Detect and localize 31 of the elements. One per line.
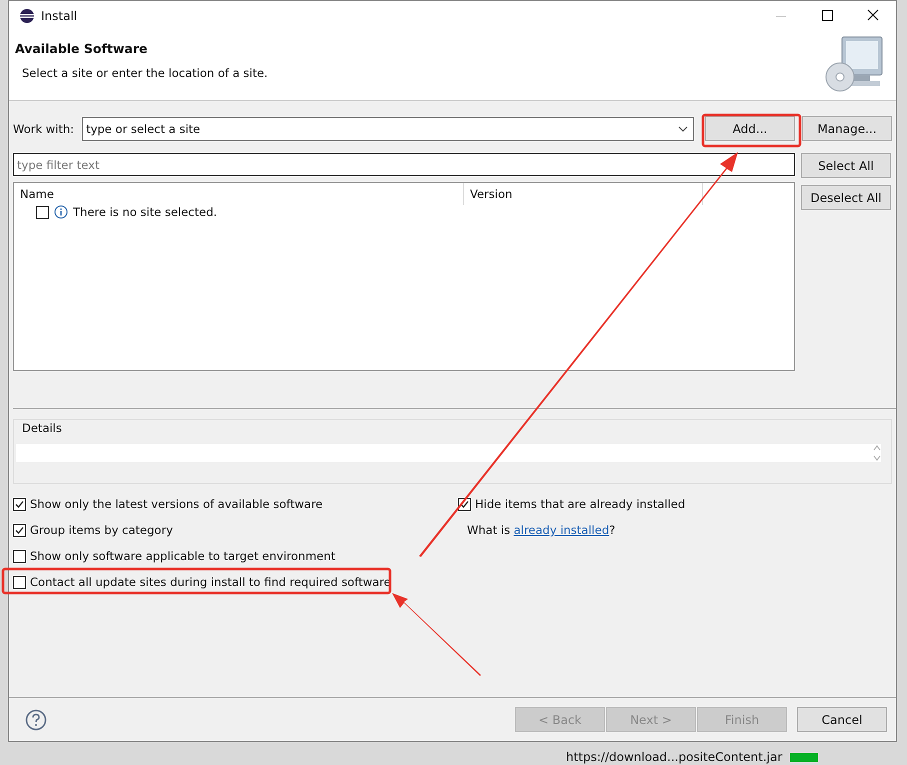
chevron-down-icon[interactable] xyxy=(678,126,688,132)
checkbox[interactable] xyxy=(13,498,26,510)
checkbox-label: Show only software applicable to target environment xyxy=(30,549,336,563)
dialog-button[interactable]: Select All xyxy=(801,153,891,178)
checkbox-label: Contact all update sites during install to find required software xyxy=(30,575,391,589)
details-label: Details xyxy=(22,421,62,435)
checkbox[interactable] xyxy=(13,550,26,562)
filter-field[interactable]: type filter text xyxy=(13,153,795,176)
dialog-button[interactable]: Deselect All xyxy=(801,185,891,210)
installed-note: What is already installed? xyxy=(467,523,616,537)
page-subtitle: Select a site or enter the location of a site. xyxy=(22,66,269,80)
help-icon[interactable] xyxy=(25,708,47,730)
installed-link[interactable]: already installed xyxy=(514,523,610,537)
info-icon xyxy=(54,205,68,219)
dialog-button[interactable]: Manage... xyxy=(802,116,892,141)
checkbox[interactable] xyxy=(13,576,26,588)
work-with-label: Work with: xyxy=(13,122,74,136)
checkbox-label: Show only the latest versions of available software xyxy=(30,497,323,511)
table-cell: There is no site selected. xyxy=(73,205,218,219)
column-header[interactable]: Name xyxy=(14,183,464,205)
status-text: https://download...positeContent.jar xyxy=(566,750,782,764)
window-title: Install xyxy=(41,9,78,23)
dialog-button[interactable]: Add... xyxy=(705,116,795,141)
eclipse-icon xyxy=(19,8,35,24)
checkbox-label: Hide items that are already installed xyxy=(475,497,686,511)
checkbox[interactable] xyxy=(36,206,49,218)
checkbox-label: Group items by category xyxy=(30,523,173,537)
wizard-button[interactable]: Cancel xyxy=(797,707,887,732)
checkbox[interactable] xyxy=(13,524,26,536)
site-combo-box[interactable]: type or select a site xyxy=(82,116,694,140)
page-title: Available Software xyxy=(15,41,149,56)
